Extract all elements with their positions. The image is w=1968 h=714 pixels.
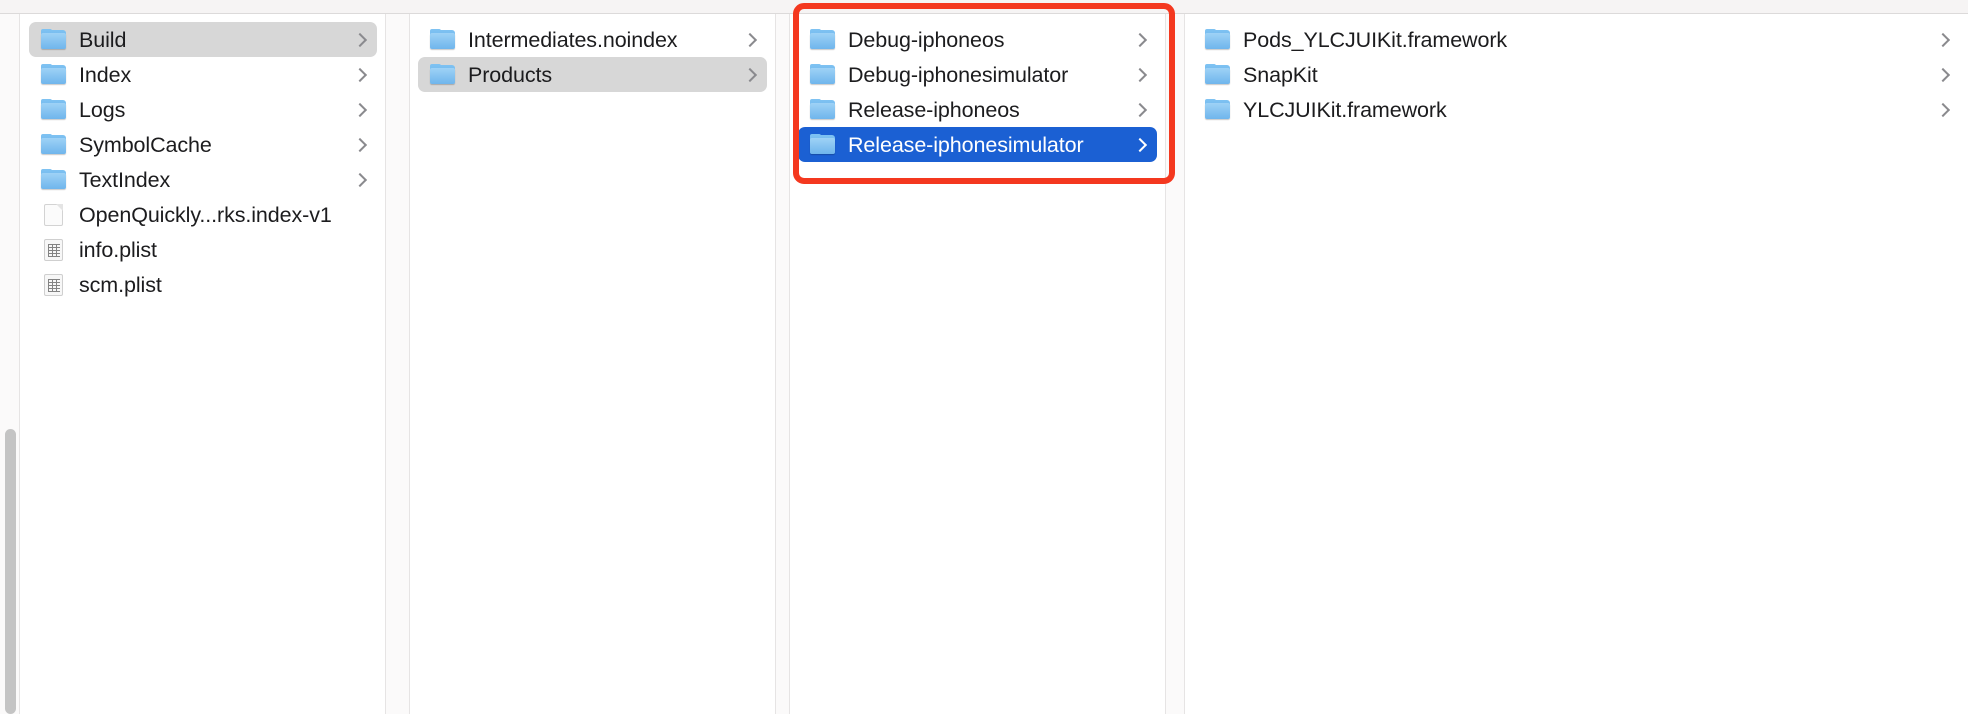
window-toolbar-strip: [0, 0, 1968, 13]
finder-row[interactable]: Debug-iphoneos: [798, 22, 1157, 57]
folder-icon: [1205, 64, 1231, 85]
chevron-right-icon: [1133, 33, 1147, 47]
finder-row[interactable]: Debug-iphonesimulator: [798, 57, 1157, 92]
finder-row[interactable]: info.plist: [29, 232, 377, 267]
folder-icon: [1205, 29, 1231, 50]
finder-row[interactable]: Logs: [29, 92, 377, 127]
finder-column-1[interactable]: Build Index Logs SymbolCache TextIndex OpenQu…: [21, 14, 385, 714]
chevron-right-icon: [1133, 103, 1147, 117]
finder-column-3[interactable]: Debug-iphoneos Debug-iphonesimulator Relea…: [790, 14, 1165, 714]
finder-row[interactable]: Products: [418, 57, 767, 92]
finder-row-label: SymbolCache: [79, 132, 212, 157]
finder-row[interactable]: Release-iphonesimulator: [798, 127, 1157, 162]
folder-icon: [41, 169, 67, 190]
finder-row-label: info.plist: [79, 237, 157, 262]
chevron-right-icon: [1133, 68, 1147, 82]
finder-row-label: TextIndex: [79, 167, 171, 192]
folder-icon: [41, 99, 67, 120]
left-scroll-gutter[interactable]: [0, 14, 20, 714]
finder-column-view: Build Index Logs SymbolCache TextIndex OpenQu…: [0, 14, 1968, 714]
finder-row-label: Debug-iphonesimulator: [848, 62, 1069, 87]
finder-row-label: Pods_YLCJUIKit.framework: [1243, 27, 1508, 52]
finder-row[interactable]: Build: [29, 22, 377, 57]
folder-icon: [810, 64, 836, 85]
finder-row[interactable]: Intermediates.noindex: [418, 22, 767, 57]
document-icon: [41, 204, 67, 226]
folder-icon: [810, 134, 836, 155]
chevron-right-icon: [353, 68, 367, 82]
finder-row[interactable]: SnapKit: [1193, 57, 1960, 92]
finder-row[interactable]: TextIndex: [29, 162, 377, 197]
finder-row-label: SnapKit: [1243, 62, 1318, 87]
finder-row-label: OpenQuickly...rks.index-v1: [79, 202, 332, 227]
chevron-right-icon: [743, 68, 757, 82]
finder-row[interactable]: scm.plist: [29, 267, 377, 302]
chevron-right-icon: [1936, 33, 1950, 47]
finder-column-2[interactable]: Intermediates.noindex Products: [410, 14, 775, 714]
finder-row-label: Release-iphoneos: [848, 97, 1020, 122]
folder-icon: [41, 64, 67, 85]
column-separator-2[interactable]: [775, 14, 790, 714]
column-separator-1[interactable]: [385, 14, 410, 714]
finder-row[interactable]: Pods_YLCJUIKit.framework: [1193, 22, 1960, 57]
vertical-scrollbar-thumb[interactable]: [5, 429, 16, 714]
finder-row-label: Release-iphonesimulator: [848, 132, 1084, 157]
folder-icon: [430, 29, 456, 50]
finder-row-label: Build: [79, 27, 127, 52]
chevron-right-icon: [353, 33, 367, 47]
plist-icon: [41, 239, 67, 261]
folder-icon: [430, 64, 456, 85]
finder-row-label: Debug-iphoneos: [848, 27, 1005, 52]
finder-row[interactable]: YLCJUIKit.framework: [1193, 92, 1960, 127]
finder-row[interactable]: OpenQuickly...rks.index-v1: [29, 197, 377, 232]
chevron-right-icon: [1936, 68, 1950, 82]
finder-row[interactable]: Index: [29, 57, 377, 92]
finder-row-label: YLCJUIKit.framework: [1243, 97, 1447, 122]
chevron-right-icon: [353, 173, 367, 187]
finder-column-4[interactable]: Pods_YLCJUIKit.framework SnapKit YLCJUIKit…: [1185, 14, 1968, 714]
folder-icon: [1205, 99, 1231, 120]
finder-row-label: Logs: [79, 97, 126, 122]
chevron-right-icon: [743, 33, 757, 47]
chevron-right-icon: [353, 103, 367, 117]
chevron-right-icon: [353, 138, 367, 152]
folder-icon: [810, 99, 836, 120]
column-separator-3[interactable]: [1165, 14, 1185, 714]
chevron-right-icon: [1133, 138, 1147, 152]
folder-icon: [810, 29, 836, 50]
folder-icon: [41, 29, 67, 50]
finder-row-label: Intermediates.noindex: [468, 27, 678, 52]
finder-row[interactable]: Release-iphoneos: [798, 92, 1157, 127]
finder-row[interactable]: SymbolCache: [29, 127, 377, 162]
chevron-right-icon: [1936, 103, 1950, 117]
finder-row-label: Index: [79, 62, 132, 87]
folder-icon: [41, 134, 67, 155]
finder-row-label: scm.plist: [79, 272, 162, 297]
plist-icon: [41, 274, 67, 296]
finder-row-label: Products: [468, 62, 553, 87]
